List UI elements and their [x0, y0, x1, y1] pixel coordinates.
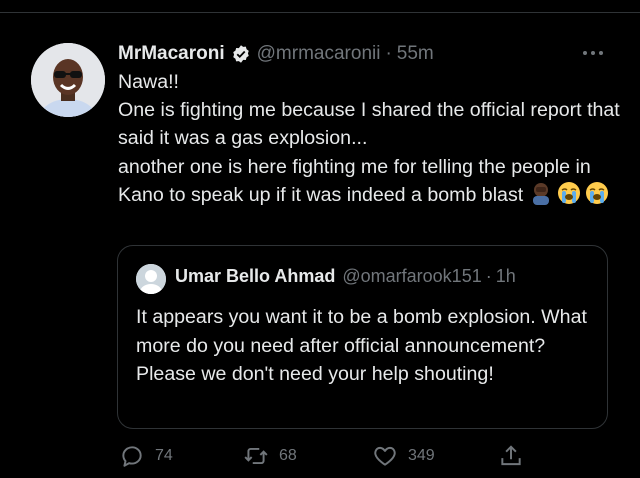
quote-author-handle[interactable]: @omarfarook151 [342, 266, 481, 287]
tweet-body: Nawa!! One is fighting me because I shar… [118, 68, 623, 209]
loudly-crying-face-emoji-icon [558, 181, 581, 204]
retweet-button[interactable]: 68 [243, 440, 297, 472]
quoted-tweet[interactable]: Umar Bello Ahmad @omarfarook151 · 1h It … [117, 245, 608, 429]
quote-avatar[interactable] [136, 264, 166, 294]
heart-icon [374, 446, 396, 466]
author-handle[interactable]: @mrmacaronii [257, 43, 381, 65]
retweet-count: 68 [279, 447, 297, 464]
author-name[interactable]: MrMacaroni [118, 43, 225, 65]
tweet-actions: 74 68 349 [0, 440, 640, 472]
tweet-line-text: another one is here fighting me for tell… [118, 155, 591, 206]
quote-body: It appears you want it to be a bomb expl… [136, 306, 587, 386]
quote-header: Umar Bello Ahmad @omarfarook151 · 1h [175, 266, 516, 287]
reply-icon [122, 446, 142, 467]
separator-dot: · [485, 266, 492, 286]
tweet-line: Nawa!! [118, 71, 179, 93]
default-avatar-icon [136, 264, 166, 294]
man-facepalming-emoji-icon [533, 182, 550, 205]
profile-photo [31, 43, 105, 117]
tweet-time[interactable]: 55m [397, 43, 434, 65]
more-options-icon[interactable] [583, 48, 609, 58]
separator-dot: · [385, 43, 392, 64]
loudly-crying-face-emoji-icon [586, 181, 609, 204]
quote-author-name[interactable]: Umar Bello Ahmad [175, 266, 335, 287]
tweet-line: another one is here fighting me for tell… [118, 153, 623, 209]
share-button[interactable] [498, 440, 524, 472]
like-count: 349 [408, 447, 435, 464]
retweet-icon [244, 447, 268, 465]
tweet-header: MrMacaroni @mrmacaronii · 55m [118, 41, 434, 67]
reply-count: 74 [155, 447, 173, 464]
top-divider [0, 12, 640, 13]
share-icon [501, 445, 521, 466]
avatar[interactable] [31, 43, 105, 117]
like-button[interactable]: 349 [372, 440, 435, 472]
verified-badge-icon [232, 45, 249, 63]
quote-time[interactable]: 1h [496, 266, 516, 287]
reply-button[interactable]: 74 [119, 440, 173, 472]
tweet-line: One is fighting me because I shared the … [118, 99, 620, 150]
